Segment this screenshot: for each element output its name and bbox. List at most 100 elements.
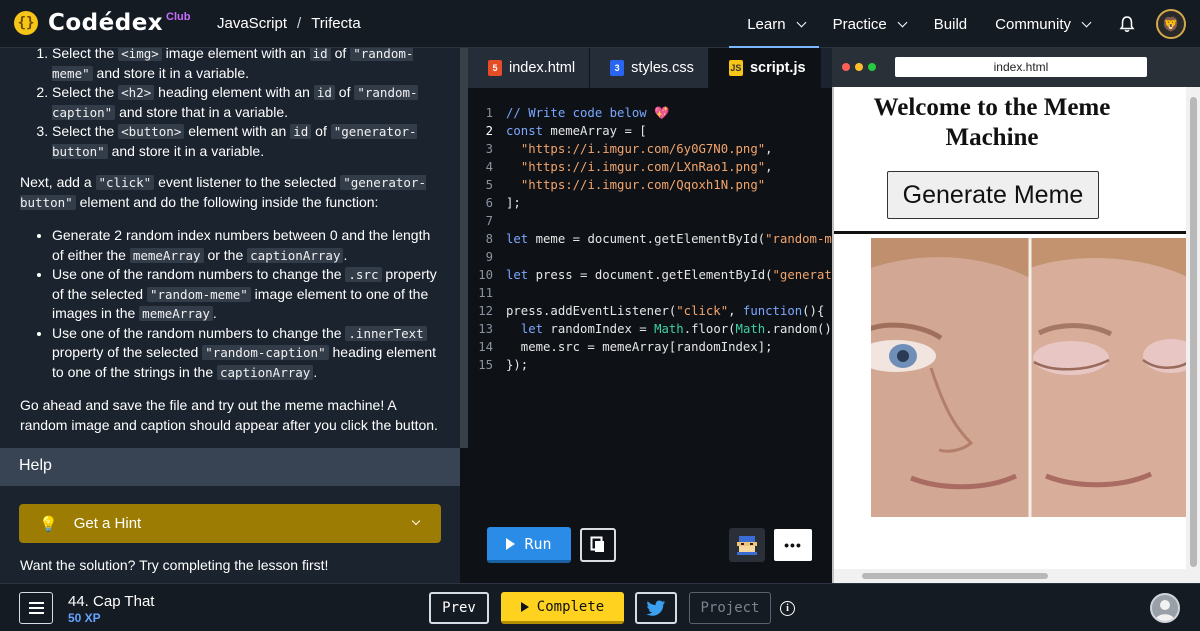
lesson-menu-button[interactable]	[19, 592, 53, 624]
code-line: 5 "https://i.imgur.com/Qqoxh1N.png"	[468, 176, 832, 194]
line-text: let randomIndex = Math.floor(Math.random…	[520, 322, 832, 336]
nav-community[interactable]: Community	[995, 0, 1092, 48]
line-number: 11	[478, 286, 493, 300]
play-icon	[520, 601, 529, 612]
prev-button[interactable]: Prev	[429, 592, 489, 624]
tab-script-js[interactable]: JS script.js	[708, 48, 821, 88]
lesson-title: 44. Cap That	[68, 593, 155, 610]
url-bar[interactable]: index.html	[895, 57, 1147, 77]
line-text: let press = document.getElementById("gen…	[506, 268, 832, 282]
nav-build[interactable]: Build	[934, 0, 967, 48]
lesson-scrollbar[interactable]	[460, 48, 468, 448]
line-text: ];	[506, 196, 521, 210]
line-number: 15	[478, 358, 493, 372]
tab-label: styles.css	[631, 60, 694, 76]
logo-icon[interactable]: {}	[14, 11, 38, 35]
code-line: 15});	[468, 356, 832, 374]
tab-styles-css[interactable]: 3 styles.css	[590, 48, 709, 88]
code-line: 9	[468, 248, 832, 266]
brand-logo[interactable]: Codédex	[48, 10, 163, 36]
preview-border	[832, 87, 834, 583]
scroll-thumb[interactable]	[862, 573, 1048, 579]
file-tabs: 5 index.html 3 styles.css JS script.js	[468, 48, 832, 88]
lesson-footer: 44. Cap That 50 XP Prev Complete Project…	[0, 583, 1200, 631]
complete-button[interactable]: Complete	[501, 592, 624, 624]
js-icon: JS	[728, 60, 743, 76]
line-number: 4	[485, 160, 493, 174]
line-number: 7	[485, 214, 493, 228]
twitter-icon	[646, 600, 666, 616]
nav-community-label: Community	[995, 15, 1071, 33]
complete-label: Complete	[536, 598, 605, 615]
meme-image	[871, 238, 1189, 517]
line-text: });	[506, 358, 529, 372]
run-label: Run	[524, 534, 552, 553]
maximize-dot-icon	[868, 63, 876, 71]
line-number: 10	[478, 268, 493, 282]
help-section: 💡 Get a Hint Want the solution? Try comp…	[0, 486, 460, 583]
browser-preview: index.html Welcome to the Meme Machine G…	[832, 48, 1200, 583]
bullet-item: Generate 2 random index numbers between …	[52, 226, 440, 265]
chevron-down-icon	[897, 17, 908, 27]
tab-label: script.js	[749, 60, 806, 76]
user-avatar[interactable]	[1150, 593, 1180, 623]
run-button[interactable]: Run	[487, 527, 571, 563]
pixel-character-icon	[737, 536, 757, 555]
nav-practice[interactable]: Practice	[832, 0, 908, 48]
generate-meme-button[interactable]: Generate Meme	[887, 171, 1099, 219]
code-line: 2 const memeArray = [	[468, 122, 832, 140]
line-text: let meme = document.getElementById("rand…	[506, 232, 832, 246]
preview-horizontal-scrollbar[interactable]	[834, 569, 1186, 583]
code-line: 11	[468, 284, 832, 302]
code-area[interactable]: 1 // Write code below 💖 2 const memeArray =…	[468, 104, 832, 434]
code-line: 8 let meme = document.getElementById("ran…	[468, 230, 832, 248]
club-badge: Club	[166, 11, 191, 23]
tab-index-html[interactable]: 5 index.html	[468, 48, 591, 88]
next-instruction: Next, add a "click" event listener to th…	[20, 174, 426, 210]
close-dot-icon	[842, 63, 850, 71]
copy-icon	[590, 536, 604, 552]
info-icon[interactable]: i	[780, 601, 795, 616]
tab-label: index.html	[509, 60, 576, 76]
get-hint-button[interactable]: 💡 Get a Hint	[19, 504, 441, 543]
code-line: 13 let randomIndex = Math.floor(Math.ran…	[468, 320, 832, 338]
twitter-share-button[interactable]	[635, 592, 677, 624]
step-item: Select the <h2> heading element with an …	[52, 83, 440, 122]
steps-list: Select the <img> image element with an i…	[20, 48, 440, 161]
code-line: 4 "https://i.imgur.com/LXnRao1.png",	[468, 158, 832, 176]
line-text: "https://i.imgur.com/6y0G7N0.png",	[520, 142, 773, 156]
bullet-item: Use one of the random numbers to change …	[52, 324, 440, 383]
step-item: Select the <img> image element with an i…	[52, 48, 440, 83]
chevron-down-icon	[1081, 17, 1092, 27]
nav-practice-label: Practice	[832, 15, 887, 33]
line-text: meme.src = memeArray[randomIndex];	[506, 340, 773, 354]
line-number: 12	[478, 304, 493, 318]
line-text: "https://i.imgur.com/Qqoxh1N.png"	[520, 178, 766, 192]
minimize-dot-icon	[855, 63, 863, 71]
scroll-thumb[interactable]	[1190, 97, 1197, 567]
breadcrumb: JavaScript / Trifecta	[217, 15, 361, 32]
breadcrumb-chapter[interactable]: Trifecta	[311, 15, 360, 32]
line-text: press.addEventListener("click", function…	[506, 304, 825, 318]
code-line: 1 // Write code below 💖	[468, 104, 832, 122]
more-options-button[interactable]: •••	[774, 529, 812, 561]
profile-avatar[interactable]: 🦁	[1156, 9, 1186, 39]
preview-heading: Welcome to the Meme Machine	[873, 94, 1111, 151]
preview-vertical-scrollbar[interactable]	[1186, 87, 1200, 583]
nav-learn-label: Learn	[747, 15, 786, 33]
copy-button[interactable]	[580, 528, 616, 562]
nav-learn[interactable]: Learn	[729, 0, 820, 48]
bell-icon[interactable]	[1118, 15, 1136, 33]
code-editor: 5 index.html 3 styles.css JS script.js 1…	[468, 48, 832, 583]
project-button[interactable]: Project	[689, 592, 771, 624]
play-icon	[506, 537, 516, 550]
code-line: 14 meme.src = memeArray[randomIndex];	[468, 338, 832, 356]
solution-text: Want the solution? Try completing the le…	[20, 557, 329, 573]
line-number: 8	[485, 232, 493, 246]
code-line: 3 "https://i.imgur.com/6y0G7N0.png",	[468, 140, 832, 158]
code-line: 10 let press = document.getElementById("g…	[468, 266, 832, 284]
breadcrumb-course[interactable]: JavaScript	[217, 15, 287, 32]
css3-icon: 3	[610, 60, 625, 76]
line-text: // Write code below 💖	[506, 105, 670, 120]
ai-helper-button[interactable]	[729, 528, 765, 562]
